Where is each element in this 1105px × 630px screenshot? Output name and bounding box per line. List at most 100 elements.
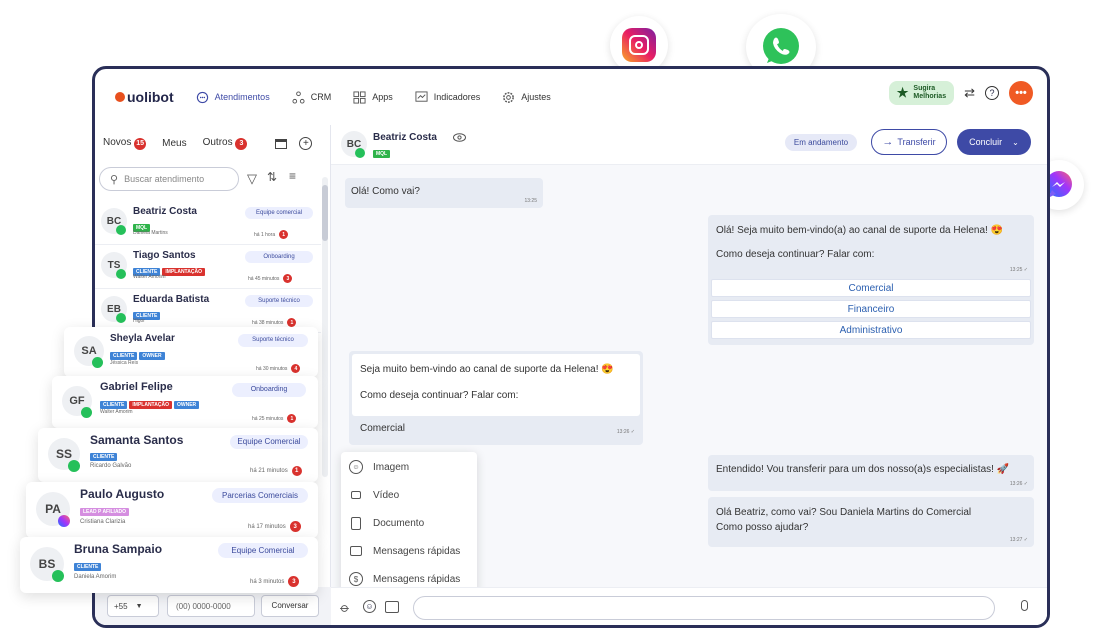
contact-name: Samanta Santos	[90, 433, 184, 447]
attach-quick-messages-item[interactable]: Mensagens rápidas	[349, 544, 460, 558]
star-icon: ★	[896, 85, 909, 100]
add-icon[interactable]: +	[299, 137, 313, 150]
suggest-improvements-button[interactable]: ★ Sugira Melhorias	[888, 81, 955, 105]
chevron-down-icon: ⌄	[1012, 137, 1019, 147]
sort-icon[interactable]: ⇅	[267, 170, 277, 184]
brand-logo[interactable]: uolibot	[115, 89, 174, 105]
quick-reply-icon[interactable]	[385, 601, 399, 613]
conversation-card[interactable]: SA Sheyla Avelar CLIENTE OWNER Jéssica Re…	[64, 327, 318, 377]
filter-lines-icon[interactable]: ≡	[289, 169, 296, 183]
grid-icon	[353, 90, 366, 104]
message-time: 13:25 ✓	[1009, 267, 1028, 273]
attach-image-item[interactable]: ☺ Imagem	[349, 460, 409, 474]
conversation-row[interactable]: TS Tiago Santos CLIENTE IMPLANTAÇÃO Walte…	[95, 245, 321, 289]
unread-count-badge: 1	[287, 414, 297, 423]
option-comercial-button[interactable]: Comercial	[711, 279, 1031, 297]
option-financeiro-button[interactable]: Financeiro	[711, 300, 1031, 318]
crm-nodes-icon	[292, 90, 305, 104]
microphone-icon[interactable]	[1021, 600, 1028, 611]
waiting-time: há 17 minutos 3	[248, 521, 301, 532]
conversation-card[interactable]: SS Samanta Santos CLIENTE Ricardo Galvão…	[38, 428, 318, 482]
heart-eyes-emoji-icon: 😍	[990, 225, 1004, 236]
messenger-icon	[58, 515, 70, 527]
filter-icon[interactable]: ▽	[247, 171, 257, 187]
video-camera-icon	[349, 488, 363, 502]
agent-name: Jéssica Reis	[110, 360, 139, 366]
new-conversation-bar: +55 ▼ (00) 0000-0000 Conversar	[95, 587, 331, 625]
message-time: 13:26 ✓	[616, 429, 635, 435]
top-right-actions: ★ Sugira Melhorias ⇄ ? •••	[888, 81, 1033, 105]
tab-meus[interactable]: Meus	[162, 138, 186, 149]
arrow-right-icon: →	[882, 136, 894, 148]
paperclip-icon[interactable]: ⌀	[336, 600, 353, 617]
swap-icon[interactable]: ⇄	[964, 85, 975, 101]
contact-name: Tiago Santos	[133, 250, 196, 261]
attach-quick-messages-paid-item[interactable]: $ Mensagens rápidas	[349, 572, 460, 586]
chatbot-icon[interactable]: •••	[1009, 81, 1033, 105]
conversation-tabs: Novos 15 Meus Outros 3 +	[103, 137, 313, 150]
whatsapp-icon	[116, 313, 126, 323]
attach-video-item[interactable]: Vídeo	[349, 488, 399, 502]
whatsapp-icon	[52, 570, 64, 582]
conversation-row[interactable]: BC Beatriz Costa MQL Daniela Martins Equ…	[95, 201, 321, 245]
waiting-time: há 3 minutos 3	[250, 576, 300, 587]
quick-message-icon	[349, 544, 363, 558]
unread-count-badge: 3	[288, 576, 300, 587]
phone-input[interactable]: (00) 0000-0000	[167, 595, 255, 617]
message-bubble-outgoing: Olá! Seja muito bem-vindo(a) ao canal de…	[708, 215, 1034, 345]
message-bubble-incoming: Olá! Como vai? 13:25	[345, 178, 543, 208]
nav-indicadores[interactable]: Indicadores	[415, 90, 480, 104]
contact-name: Beatriz Costa	[373, 132, 437, 143]
message-time: 13:27 ✓	[1009, 537, 1028, 543]
nav-apps[interactable]: Apps	[353, 90, 393, 104]
archive-icon[interactable]	[275, 138, 288, 149]
message-bubble-incoming: Seja muito bem-vindo ao canal de suporte…	[349, 351, 643, 445]
conversation-card[interactable]: GF Gabriel Felipe CLIENTE IMPLANTAÇÃO OWNE…	[52, 376, 318, 428]
transfer-button[interactable]: → Transferir	[871, 129, 947, 155]
attach-document-item[interactable]: Documento	[349, 516, 424, 530]
unread-count-badge: 1	[291, 466, 302, 476]
contact-name: Sheyla Avelar	[110, 333, 175, 344]
whatsapp-icon	[355, 148, 365, 158]
whatsapp-icon	[116, 269, 126, 279]
chevron-down-icon: ▼	[135, 602, 143, 610]
tag-label: OWNER	[173, 400, 200, 409]
conversation-card[interactable]: PA Paulo Augusto LEAD P AFILIADO Cristia…	[26, 482, 318, 538]
whatsapp-icon	[763, 28, 799, 64]
eye-icon[interactable]	[453, 133, 466, 142]
tab-novos[interactable]: Novos 15	[103, 137, 147, 150]
waiting-time: há 38 minutos 1	[252, 318, 297, 327]
message-time: 13:25	[524, 198, 537, 204]
conclude-button[interactable]: Concluir ⌄	[957, 129, 1031, 155]
chat-header: BC Beatriz Costa MQL Em andamento → Trans…	[331, 125, 1047, 165]
help-icon[interactable]: ?	[985, 86, 999, 100]
user-circle-icon: ☺	[349, 460, 363, 474]
unread-count-badge: 1	[287, 318, 297, 327]
conversation-card[interactable]: BS Bruna Sampaio CLIENTE Daniela Amorim …	[20, 537, 318, 593]
waiting-time: há 21 minutos 1	[250, 466, 302, 476]
whatsapp-icon	[92, 357, 103, 368]
message-input[interactable]	[413, 596, 995, 620]
country-code-select[interactable]: +55 ▼	[107, 595, 159, 617]
search-input[interactable]: ⚲ Buscar atendimento	[99, 167, 239, 191]
start-conversation-button[interactable]: Conversar	[261, 595, 319, 617]
option-administrativo-button[interactable]: Administrativo	[711, 321, 1031, 339]
status-badge: Em andamento	[785, 134, 857, 151]
queue-badge: Suporte técnico	[245, 295, 313, 307]
contact-name: Gabriel Felipe	[100, 381, 173, 393]
rocket-emoji-icon: 🚀	[996, 464, 1010, 475]
contact-name: Beatriz Costa	[133, 206, 197, 217]
search-icon: ⚲	[110, 173, 119, 186]
tab-outros[interactable]: Outros 3	[203, 137, 248, 150]
nav-crm[interactable]: CRM	[292, 90, 331, 104]
message-bubble-outgoing: Olá Beatriz, como vai? Sou Daniela Marti…	[708, 497, 1034, 547]
nav-atendimentos[interactable]: Atendimentos	[196, 91, 270, 104]
contact-name: Paulo Augusto	[80, 487, 165, 501]
logo-icon	[115, 92, 125, 102]
instagram-icon	[622, 28, 656, 62]
agent-name: Walter Amorim	[100, 409, 133, 415]
emoji-icon[interactable]: ☺	[363, 600, 376, 613]
waiting-time: há 1 hora 1	[254, 230, 289, 239]
nav-ajustes[interactable]: Ajustes	[502, 91, 551, 104]
list-scrollbar[interactable]	[322, 177, 328, 477]
